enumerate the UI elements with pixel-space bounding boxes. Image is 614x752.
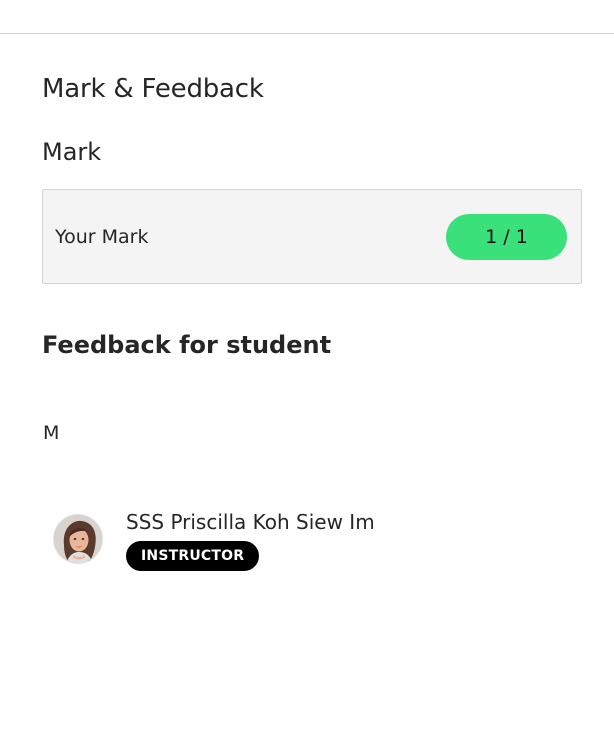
avatar-portrait-icon [54,515,102,563]
mark-feedback-panel: Mark & Feedback Mark Your Mark 1 / 1 Fee… [0,0,614,752]
panel-title: Mark & Feedback [42,74,264,104]
your-mark-label: Your Mark [55,226,149,248]
mark-section-title: Mark [42,138,102,166]
feedback-text: M [43,422,60,444]
author-avatar [53,514,103,564]
instructor-role-badge: INSTRUCTOR [126,541,260,571]
mark-summary-box: Your Mark 1 / 1 [42,189,582,284]
feedback-section-title: Feedback for student [42,331,332,359]
author-name: SSS Priscilla Koh Siew Im [126,510,375,534]
top-divider [0,33,614,34]
mark-score-badge: 1 / 1 [446,214,567,260]
